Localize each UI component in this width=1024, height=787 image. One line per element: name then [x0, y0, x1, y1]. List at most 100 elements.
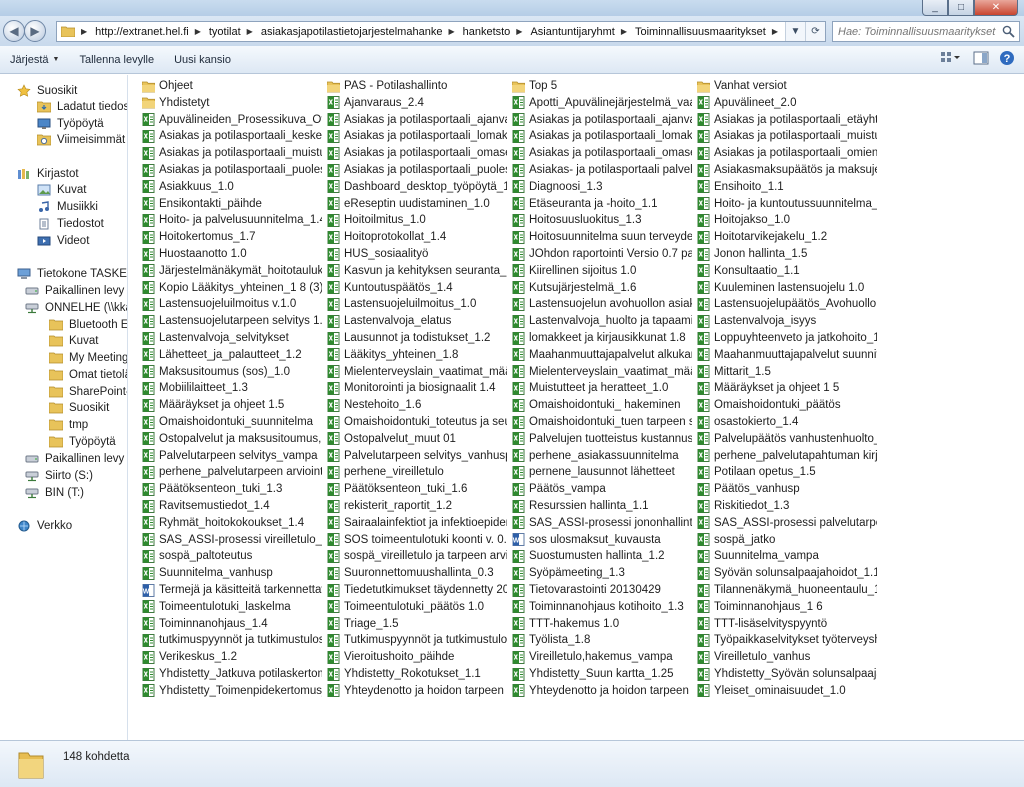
file-item[interactable]: Kuuleminen lastensuojelu 1.0: [697, 280, 877, 296]
file-item[interactable]: Lastenvalvoja_isyys: [697, 313, 877, 329]
file-item[interactable]: Lastensuojeluilmoitus v.1.0: [142, 296, 322, 312]
file-item[interactable]: Lastenvalvoja_selvitykset: [142, 330, 322, 346]
file-item[interactable]: Apotti_Apuvälinejärjestelmä_vaatim: [512, 95, 692, 111]
folder-item[interactable]: Vanhat versiot: [697, 78, 877, 94]
file-item[interactable]: Toiminnanohjaus_1 6: [697, 599, 877, 615]
new-folder-button[interactable]: Uusi kansio: [164, 49, 241, 71]
file-item[interactable]: Vireilletulo,hakemus_vampa: [512, 649, 692, 665]
file-item[interactable]: Wsos ulosmaksut_kuvausta: [512, 532, 692, 548]
help-button[interactable]: ?: [998, 49, 1016, 67]
file-item[interactable]: lomakkeet ja kirjausikkunat 1.8: [512, 330, 692, 346]
file-item[interactable]: Lääkitys_yhteinen_1.8: [327, 347, 507, 363]
file-item[interactable]: Loppuyhteenveto ja jatkohoito_1.7: [697, 330, 877, 346]
file-item[interactable]: Hoitokertomus_1.7: [142, 229, 322, 245]
breadcrumb-separator-icon[interactable]: ▶: [516, 27, 522, 36]
file-item[interactable]: Tietovarastointi 20130429: [512, 582, 692, 598]
forward-button[interactable]: ▶: [24, 20, 46, 42]
file-item[interactable]: Syövän solunsalpaajahoidot_1.1: [697, 565, 877, 581]
file-item[interactable]: Asiakasmaksupäätös ja maksujen ka: [697, 162, 877, 178]
organize-button[interactable]: Järjestä ▼: [0, 49, 69, 71]
file-item[interactable]: Palvelutarpeen selvitys_vampa: [142, 448, 322, 464]
search-icon[interactable]: [1002, 25, 1015, 38]
file-item[interactable]: TTT-hakemus 1.0: [512, 616, 692, 632]
nav-item[interactable]: Tietokone TASKEK7WO: [16, 266, 127, 282]
file-item[interactable]: Päätös_vanhusp: [697, 481, 877, 497]
nav-item[interactable]: Paikallinen levy (D:): [24, 283, 127, 299]
file-item[interactable]: sospä_paltoteutus: [142, 548, 322, 564]
file-item[interactable]: Diagnoosi_1.3: [512, 179, 692, 195]
file-item[interactable]: Ravitsemustiedot_1.4: [142, 498, 322, 514]
file-item[interactable]: Palvelupäätös vanhustenhuolto_1.0: [697, 431, 877, 447]
address-bar[interactable]: ▶ http://extranet.hel.fi ▶ tyotilat ▶ asiaka…: [56, 21, 826, 42]
file-item[interactable]: Apuvälineiden_Prosessikuva_Official_: [142, 112, 322, 128]
nav-item[interactable]: Kirjastot: [16, 166, 79, 182]
file-item[interactable]: Jonon hallinta_1.5: [697, 246, 877, 262]
file-item[interactable]: Asiakas ja potilasportaali_etäyhteyde: [697, 112, 877, 128]
nav-item[interactable]: Omat tietolähteet: [48, 367, 127, 383]
file-item[interactable]: Ensihoito_1.1: [697, 179, 877, 195]
file-item[interactable]: Vieroitushoito_päihde: [327, 649, 507, 665]
file-item[interactable]: Mielenterveyslain_vaatimat_määrity: [327, 364, 507, 380]
file-item[interactable]: Suuronnettomuushallinta_0.3: [327, 565, 507, 581]
file-item[interactable]: Määräykset ja ohjeet 1 5: [697, 380, 877, 396]
file-item[interactable]: Hoitosuusluokitus_1.3: [512, 212, 692, 228]
back-button[interactable]: ◀: [3, 20, 25, 42]
breadcrumb-separator-icon[interactable]: ▶: [621, 27, 627, 36]
nav-item[interactable]: Videot: [36, 233, 89, 249]
file-item[interactable]: Asiakas ja potilasportaali_keskeiset o: [142, 128, 322, 144]
file-item[interactable]: Tutkimuspyynnöt ja tutkimustuloste: [327, 632, 507, 648]
file-item[interactable]: Asiakas ja potilasportaali_muistutuks: [697, 128, 877, 144]
nav-item[interactable]: Työpöytä: [36, 116, 104, 132]
file-item[interactable]: Hoitoilmitus_1.0: [327, 212, 507, 228]
file-item[interactable]: Yhdistetty_Toimenpidekertomus_1.3: [142, 683, 322, 699]
search-input[interactable]: [838, 25, 998, 38]
file-item[interactable]: Maahanmuuttajapalvelut suunnitel: [697, 347, 877, 363]
file-item[interactable]: Tilannenäkymä_huoneentaulu_1.5: [697, 582, 877, 598]
nav-item[interactable]: tmp: [48, 417, 88, 433]
file-item[interactable]: Hoitotarvikejakelu_1.2: [697, 229, 877, 245]
file-item[interactable]: rekisterit_raportit_1.2: [327, 498, 507, 514]
file-item[interactable]: Syöpämeeting_1.3: [512, 565, 692, 581]
file-item[interactable]: Huostaanotto 1.0: [142, 246, 322, 262]
nav-item[interactable]: Verkko: [16, 518, 72, 534]
file-item[interactable]: Muistutteet ja heratteet_1.0: [512, 380, 692, 396]
file-item[interactable]: Vireilletulo_vanhus: [697, 649, 877, 665]
file-item[interactable]: SAS_ASSI-prosessi palvelutarpeen ar: [697, 515, 877, 531]
file-item[interactable]: Maksusitoumus (sos)_1.0: [142, 364, 322, 380]
file-item[interactable]: sospä_vireilletulo ja tarpeen arvio: [327, 548, 507, 564]
file-item[interactable]: Mittarit_1.5: [697, 364, 877, 380]
file-item[interactable]: Toiminnanohjaus_1.4: [142, 616, 322, 632]
breadcrumb-separator-icon[interactable]: ▶: [247, 27, 253, 36]
file-item[interactable]: Työlista_1.8: [512, 632, 692, 648]
breadcrumb-item[interactable]: Toiminnallisuusmaaritykset: [635, 26, 766, 38]
file-item[interactable]: Päätöksenteon_tuki_1.3: [142, 481, 322, 497]
file-item[interactable]: Yhdistetty_Jatkuva potilaskertomus_: [142, 666, 322, 682]
file-item[interactable]: Hoito- ja palvelusuunnitelma_1.4: [142, 212, 322, 228]
nav-item[interactable]: Bluetooth Exchange: [48, 317, 127, 333]
file-item[interactable]: Triage_1.5: [327, 616, 507, 632]
file-item[interactable]: Lastensuojelutarpeen selvitys 1.0: [142, 313, 322, 329]
file-item[interactable]: Lastensuojeluilmoitus_1.0: [327, 296, 507, 312]
file-item[interactable]: tutkimuspyynnöt ja tutkimustuloste: [142, 632, 322, 648]
file-item[interactable]: Etäseuranta ja -hoito_1.1: [512, 196, 692, 212]
file-item[interactable]: Toimeentulotuki_päätös 1.0: [327, 599, 507, 615]
nav-item[interactable]: Työpöytä: [48, 434, 116, 450]
file-item[interactable]: Omaishoidontuki_ hakeminen: [512, 397, 692, 413]
file-item[interactable]: SAS_ASSI-prosessi jononhallinta_1.1: [512, 515, 692, 531]
breadcrumb-separator-icon[interactable]: ▶: [81, 27, 87, 36]
file-item[interactable]: Ostopalvelut_muut 01: [327, 431, 507, 447]
file-item[interactable]: Asiakas- ja potilasportaali palvelut t: [512, 162, 692, 178]
file-item[interactable]: Hoitojakso_1.0: [697, 212, 877, 228]
file-item[interactable]: Asiakas ja potilasportaali_puolesta as: [327, 162, 507, 178]
file-item[interactable]: HUS_sosiaalityö: [327, 246, 507, 262]
nav-item[interactable]: BIN (T:): [24, 485, 84, 501]
file-item[interactable]: Järjestelmänäkymät_hoitotaulukko_: [142, 263, 322, 279]
breadcrumb-item[interactable]: Asiantuntijaryhmt: [530, 26, 614, 38]
file-item[interactable]: Asiakas ja potilasportaali_omaseuran: [512, 145, 692, 161]
file-item[interactable]: Sairaalainfektiot ja infektioepidemiol: [327, 515, 507, 531]
file-item[interactable]: Hoito- ja kuntoutussuunnitelma_1.6: [697, 196, 877, 212]
address-dropdown-button[interactable]: ▼: [785, 22, 805, 41]
file-item[interactable]: pernene_lausunnot lähetteet: [512, 464, 692, 480]
folder-item[interactable]: Top 5: [512, 78, 692, 94]
file-item[interactable]: Toiminnanohjaus kotihoito_1.3: [512, 599, 692, 615]
